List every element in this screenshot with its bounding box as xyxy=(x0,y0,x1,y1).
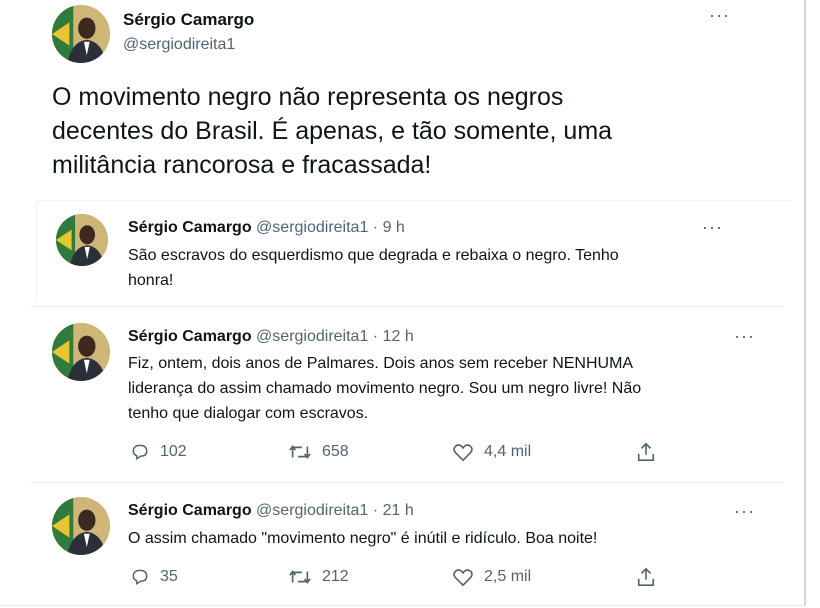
share-icon xyxy=(637,442,655,461)
retweet-icon xyxy=(289,445,311,459)
tweet-header: Sérgio Camargo @sergiodireita1 · 9 h xyxy=(128,219,405,237)
timestamp[interactable]: 12 h xyxy=(383,328,414,345)
like-icon xyxy=(453,444,473,462)
share-button[interactable] xyxy=(636,441,666,463)
tweet-header: Sérgio Camargo @sergiodireita1 · 21 h xyxy=(128,502,414,520)
more-options-icon[interactable]: ··· xyxy=(734,502,755,520)
author-name[interactable]: Sérgio Camargo xyxy=(128,328,252,345)
reply-count: 35 xyxy=(160,568,178,585)
tweet-text: Fiz, ontem, dois anos de Palmares. Dois … xyxy=(128,351,641,426)
profile-photo xyxy=(52,5,110,63)
divider xyxy=(30,482,784,483)
separator: · xyxy=(372,502,379,519)
tweet-thread-screenshot: Sérgio Camargo @sergiodireita1 ··· O mov… xyxy=(0,0,806,606)
timestamp[interactable]: 21 h xyxy=(383,502,414,519)
share-icon xyxy=(637,567,655,586)
like-button[interactable]: 2,5 mil xyxy=(452,567,531,587)
tweet-text-line: O assim chamado "movimento negro" é inút… xyxy=(128,530,598,547)
divider xyxy=(30,306,784,307)
like-count: 4,4 mil xyxy=(484,443,532,460)
retweet-button[interactable]: 212 xyxy=(288,567,349,587)
more-options-icon[interactable]: ··· xyxy=(709,6,730,24)
author-name[interactable]: Sérgio Camargo xyxy=(128,502,252,519)
tweet-header: Sérgio Camargo @sergiodireita1 · 12 h xyxy=(128,328,414,346)
reply-icon xyxy=(132,569,148,585)
tweet-text: O movimento negro não representa os negr… xyxy=(52,80,612,182)
tweet-text-line: São escravos do esquerdismo que degrada … xyxy=(128,247,619,264)
author-name[interactable]: Sérgio Camargo xyxy=(123,10,254,30)
author-avatar[interactable] xyxy=(56,214,108,266)
tweet-text-line: honra! xyxy=(128,272,174,289)
tweet-text: São escravos do esquerdismo que degrada … xyxy=(128,243,619,293)
retweet-count: 658 xyxy=(322,443,349,460)
reply-button[interactable]: 35 xyxy=(130,567,178,587)
author-avatar[interactable] xyxy=(52,497,110,555)
like-button[interactable]: 4,4 mil xyxy=(452,442,531,462)
author-handle[interactable]: @sergiodireita1 xyxy=(256,502,368,519)
reply-icon xyxy=(132,444,148,460)
share-button[interactable] xyxy=(636,566,666,588)
profile-photo xyxy=(56,214,108,266)
author-avatar[interactable] xyxy=(52,5,110,63)
tweet-text-line: militância rancorosa e fracassada! xyxy=(52,151,432,179)
tweet-text-line: tenho que dialogar com escravos. xyxy=(128,405,369,422)
tweet-text-line: Fiz, ontem, dois anos de Palmares. Dois … xyxy=(128,355,634,372)
retweet-button[interactable]: 658 xyxy=(288,442,349,462)
like-count: 2,5 mil xyxy=(484,568,532,585)
retweet-icon xyxy=(289,570,311,584)
profile-photo xyxy=(52,323,110,381)
more-options-icon[interactable]: ··· xyxy=(734,327,755,345)
retweet-count: 212 xyxy=(322,568,349,585)
author-handle[interactable]: @sergiodireita1 xyxy=(123,36,235,54)
tweet-text: O assim chamado "movimento negro" é inút… xyxy=(128,526,597,551)
tweet-text-line: decentes do Brasil. É apenas, e tão some… xyxy=(52,117,613,145)
author-handle[interactable]: @sergiodireita1 xyxy=(256,328,368,345)
tweet-text-line: liderança do assim chamado movimento neg… xyxy=(128,380,642,397)
tweet-text-line: O movimento negro não representa os negr… xyxy=(52,83,564,111)
more-options-icon[interactable]: ··· xyxy=(702,218,723,236)
author-handle[interactable]: @sergiodireita1 xyxy=(256,219,368,236)
separator: · xyxy=(372,219,379,236)
timestamp[interactable]: 9 h xyxy=(383,219,405,236)
like-icon xyxy=(453,569,473,587)
separator: · xyxy=(372,328,379,345)
profile-photo xyxy=(52,497,110,555)
author-name[interactable]: Sérgio Camargo xyxy=(128,219,252,236)
author-avatar[interactable] xyxy=(52,323,110,381)
reply-button[interactable]: 102 xyxy=(130,442,187,462)
reply-count: 102 xyxy=(160,443,187,460)
